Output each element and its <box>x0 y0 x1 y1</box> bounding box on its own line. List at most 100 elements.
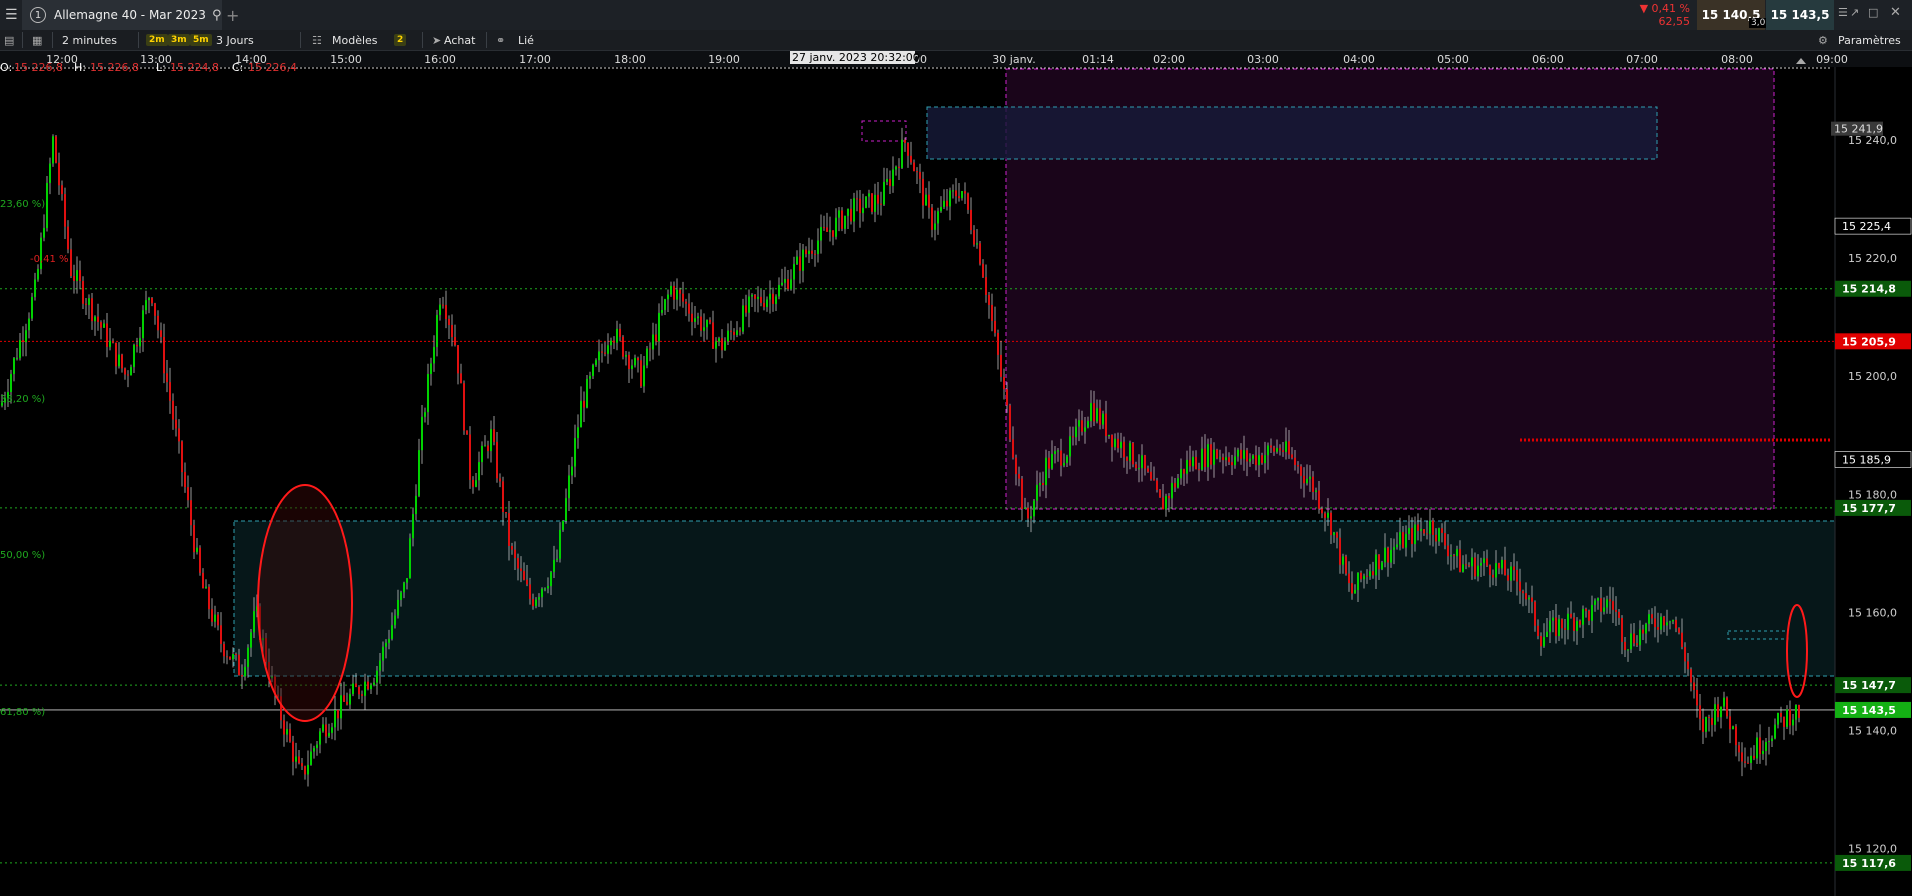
candle-body <box>1186 459 1188 474</box>
candle-body <box>934 223 936 230</box>
candle-body <box>646 348 648 366</box>
candle-body <box>745 305 747 313</box>
candle-body <box>1204 448 1206 468</box>
linked-button[interactable]: Lié <box>518 32 534 48</box>
layout-icon[interactable]: ☰ <box>1838 6 1848 19</box>
ohlc-l-label: L: <box>156 61 166 74</box>
time-label: 19:00 <box>708 53 740 66</box>
models-button[interactable]: Modèles <box>332 32 378 48</box>
candle-body <box>145 300 147 311</box>
candle-body <box>718 338 720 342</box>
time-label: 07:00 <box>1626 53 1658 66</box>
candle-body <box>565 498 567 521</box>
buy-button[interactable]: Achat <box>444 32 475 48</box>
maximize-icon[interactable]: □ <box>1868 6 1878 19</box>
candle-body <box>784 279 786 283</box>
candle-body <box>1231 462 1233 466</box>
candle-body <box>253 611 255 633</box>
candle-body <box>1009 405 1011 440</box>
candle-body <box>736 330 738 335</box>
candle-body <box>463 383 465 431</box>
list-icon[interactable]: ▤ <box>4 32 14 48</box>
candle-body <box>601 351 603 353</box>
timeframe-chip-2m[interactable]: 2m <box>146 32 168 48</box>
candle-body <box>1471 557 1473 567</box>
range-dropdown[interactable]: 3 Jours <box>216 32 254 48</box>
close-icon[interactable]: ✕ <box>1890 5 1901 20</box>
candle-body <box>883 181 885 205</box>
candle-body <box>1189 459 1191 467</box>
tab-allemagne-40[interactable]: 1 Allemagne 40 - Mar 2023 ⚲ <box>22 0 222 30</box>
candle-body <box>505 512 507 514</box>
candle-body <box>1417 524 1419 531</box>
candle-body <box>1243 450 1245 459</box>
candle-body <box>523 571 525 580</box>
price-tag-fib-382: 15 177,7 <box>1842 502 1896 515</box>
timeframe-chip-3m[interactable]: 3m <box>168 32 190 48</box>
candle-body <box>1756 737 1758 759</box>
candle-body <box>577 427 579 439</box>
candle-body <box>580 400 582 428</box>
red-ellipse-left[interactable] <box>257 484 353 722</box>
candle-body <box>1693 682 1695 690</box>
candle-body <box>1468 565 1470 567</box>
candle-body <box>1639 629 1641 646</box>
candle-body <box>1642 629 1644 634</box>
candle-body <box>1561 619 1563 629</box>
candle-body <box>241 675 243 677</box>
candle-body <box>1546 631 1548 638</box>
candle-body <box>139 338 141 347</box>
candle-body <box>208 586 210 610</box>
candle-body <box>1330 512 1332 536</box>
candle-body <box>319 731 321 745</box>
candle-body <box>1249 458 1251 462</box>
candle-body <box>1636 643 1638 646</box>
candle-body <box>919 172 921 179</box>
candle-body <box>73 276 75 281</box>
search-icon[interactable]: ⚲ <box>212 8 222 23</box>
candle-body <box>412 514 414 539</box>
timeframe-chip-5m[interactable]: 5m <box>190 32 212 48</box>
candle-body <box>955 190 957 197</box>
candle-body <box>1378 554 1380 570</box>
candle-body <box>151 297 153 304</box>
expand-icon[interactable]: ↗ <box>1850 6 1859 19</box>
time-label: 02:00 <box>1153 53 1185 66</box>
candle-body <box>781 282 783 286</box>
candle-body <box>1651 614 1653 619</box>
candle-body <box>43 228 45 238</box>
candle-body <box>358 686 360 695</box>
candle-body <box>751 294 753 297</box>
add-tab-icon[interactable]: + <box>226 6 239 25</box>
candle-body <box>1513 566 1515 571</box>
candle-body <box>1282 450 1284 452</box>
candle-body <box>1672 619 1674 622</box>
menu-icon[interactable]: ☰ <box>5 7 18 23</box>
candle-body <box>1147 468 1149 472</box>
candle-body <box>946 200 948 207</box>
price-tick-label: 15 120,0 <box>1848 843 1897 856</box>
candle-body <box>328 732 330 737</box>
candle-body <box>1753 755 1755 759</box>
candle-body <box>1063 462 1065 466</box>
candle-body <box>430 363 432 374</box>
candle-body <box>196 547 198 553</box>
candle-body <box>535 599 537 607</box>
ask-button[interactable]: 15 143,5 <box>1766 0 1834 30</box>
candle-body <box>1030 516 1032 519</box>
timeframe-dropdown[interactable]: 2 minutes <box>62 32 117 48</box>
candle-body <box>442 304 444 306</box>
candle-body <box>520 568 522 572</box>
crosshair-time-label: 27 janv. 2023 20:32:00 <box>792 51 920 64</box>
cyan-resistance-zone[interactable] <box>926 106 1658 160</box>
candle-body <box>844 215 846 229</box>
ohlc-c-label: C: <box>232 61 243 74</box>
candle-body <box>226 656 228 658</box>
candle-body <box>775 296 777 304</box>
price-chart[interactable]: 12:00 13:00 14:00 15:00 16:00 17:00 18:00 19:00… <box>0 51 1912 896</box>
settings-button[interactable]: Paramètres <box>1838 32 1901 48</box>
candle-body <box>730 330 732 332</box>
candle-body <box>490 429 492 452</box>
grid-icon[interactable]: ▦ <box>32 32 42 48</box>
candle-body <box>1270 445 1272 448</box>
